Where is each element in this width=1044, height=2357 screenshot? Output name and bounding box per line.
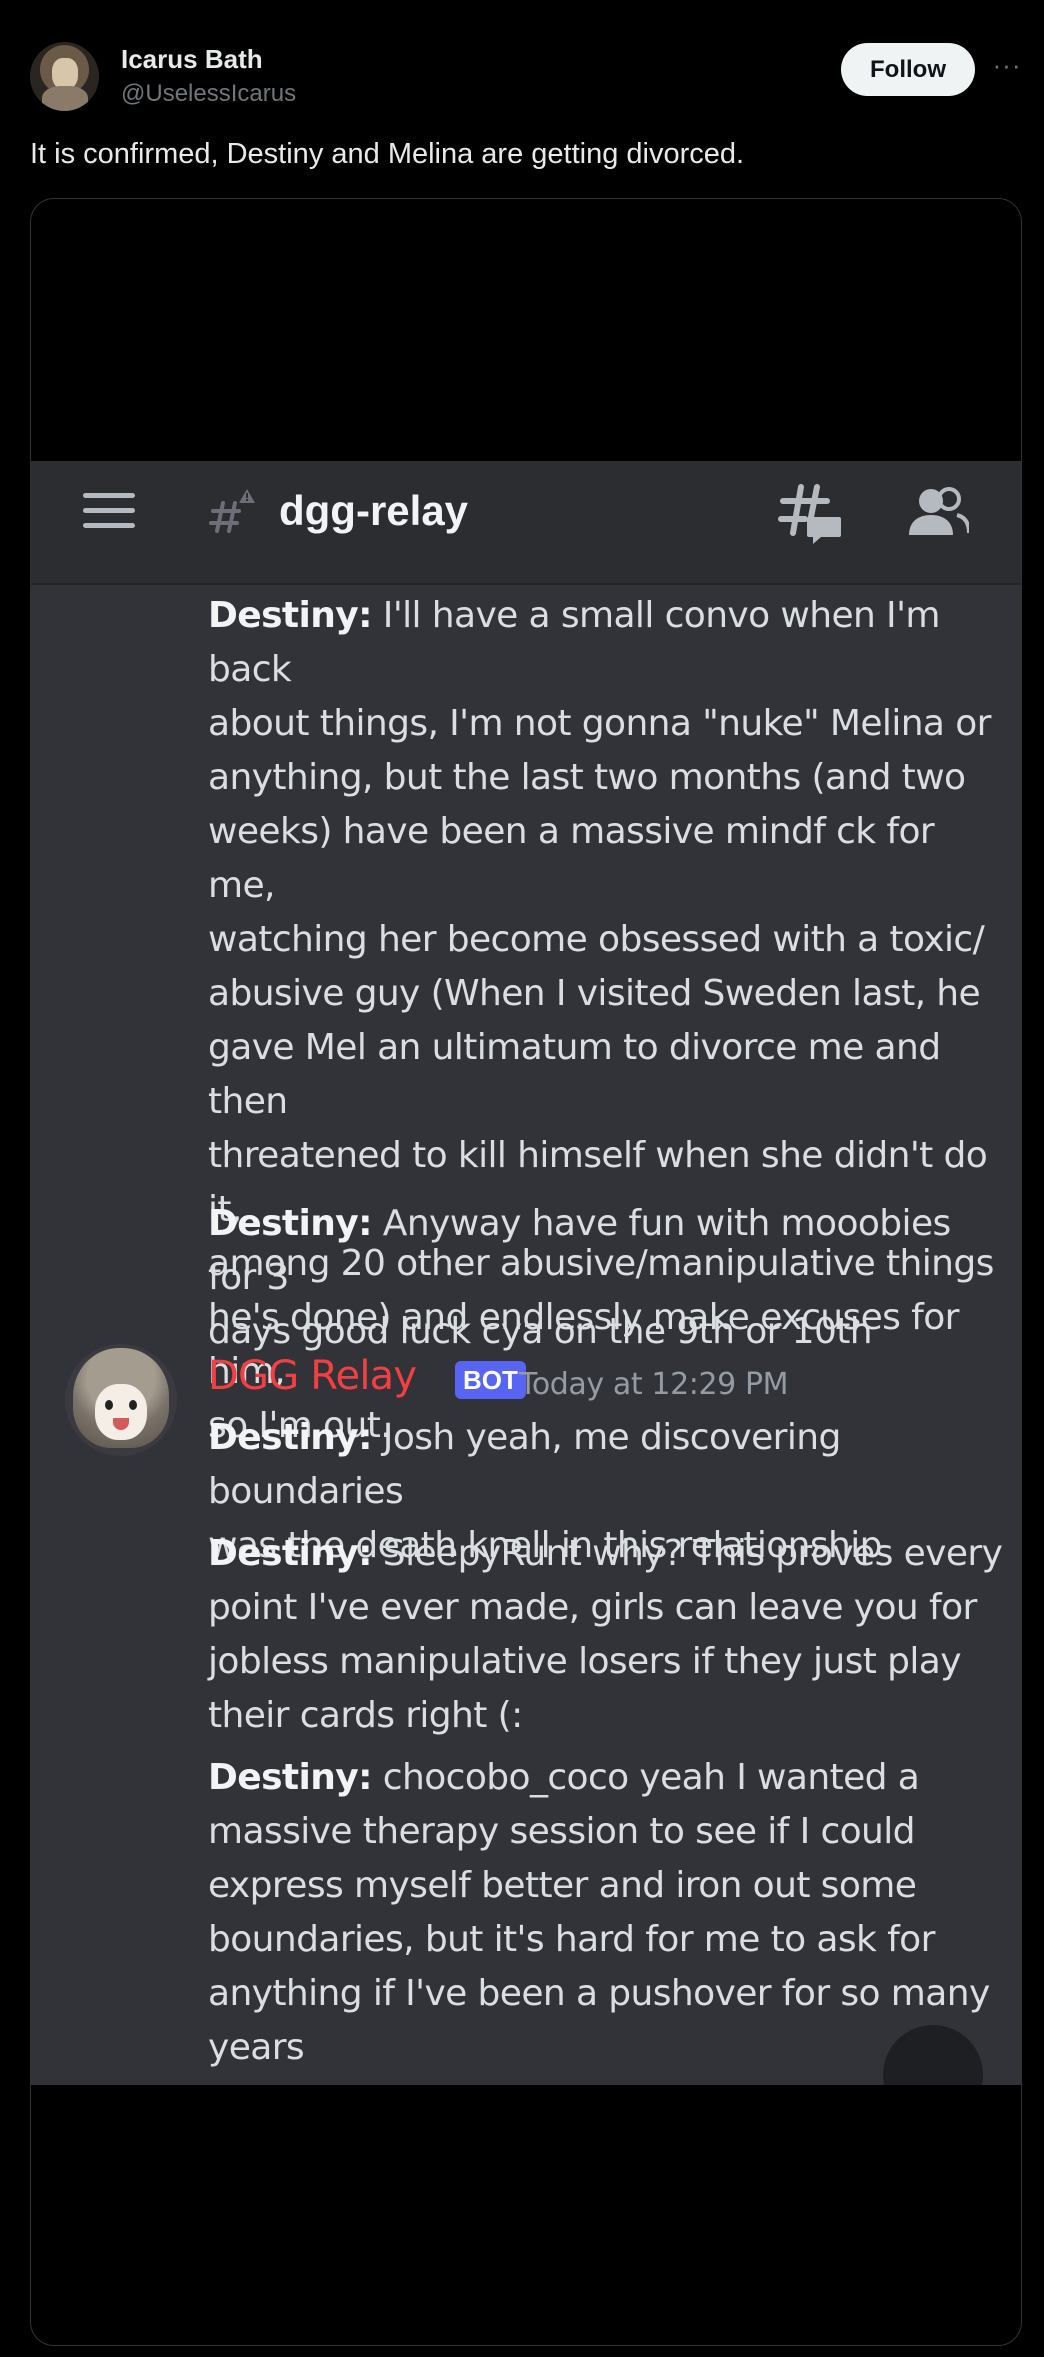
author-avatar[interactable] [30,42,99,111]
channel-header: dgg-relay [31,461,1021,585]
members-icon [909,487,969,535]
follow-button[interactable]: Follow [841,43,975,96]
threads-icon [778,484,841,544]
hamburger-menu-icon [83,493,135,528]
tweet-text: It is confirmed, Destiny and Melina are … [30,138,745,170]
message-text: Destiny: chocobo_coco yeah I wanted a ma… [208,1757,990,2068]
message-text: Destiny: Anyway have fun with mooobies f… [208,1203,951,1352]
bot-avatar[interactable] [65,1344,177,1456]
tweet-media[interactable]: dgg-relay Destiny: I'll have a small con… [30,198,1022,2346]
more-icon[interactable]: ··· [992,50,1022,80]
author-name[interactable]: Icarus Bath [121,44,263,75]
message-list[interactable]: Destiny: I'll have a small convo when I'… [31,585,1021,2085]
channel-name: dgg-relay [279,487,469,534]
bot-badge: BOT [455,1361,526,1399]
bot-author-name[interactable]: DGG Relay [208,1353,417,1399]
author-handle[interactable]: @UselessIcarus [121,80,296,108]
discord-screenshot: dgg-relay Destiny: I'll have a small con… [31,461,1021,2085]
message-text: Destiny: SleepyRunt why? This proves eve… [208,1533,1003,1736]
channel-hash-icon [209,489,255,533]
message-timestamp: Today at 12:29 PM [519,1367,789,1402]
